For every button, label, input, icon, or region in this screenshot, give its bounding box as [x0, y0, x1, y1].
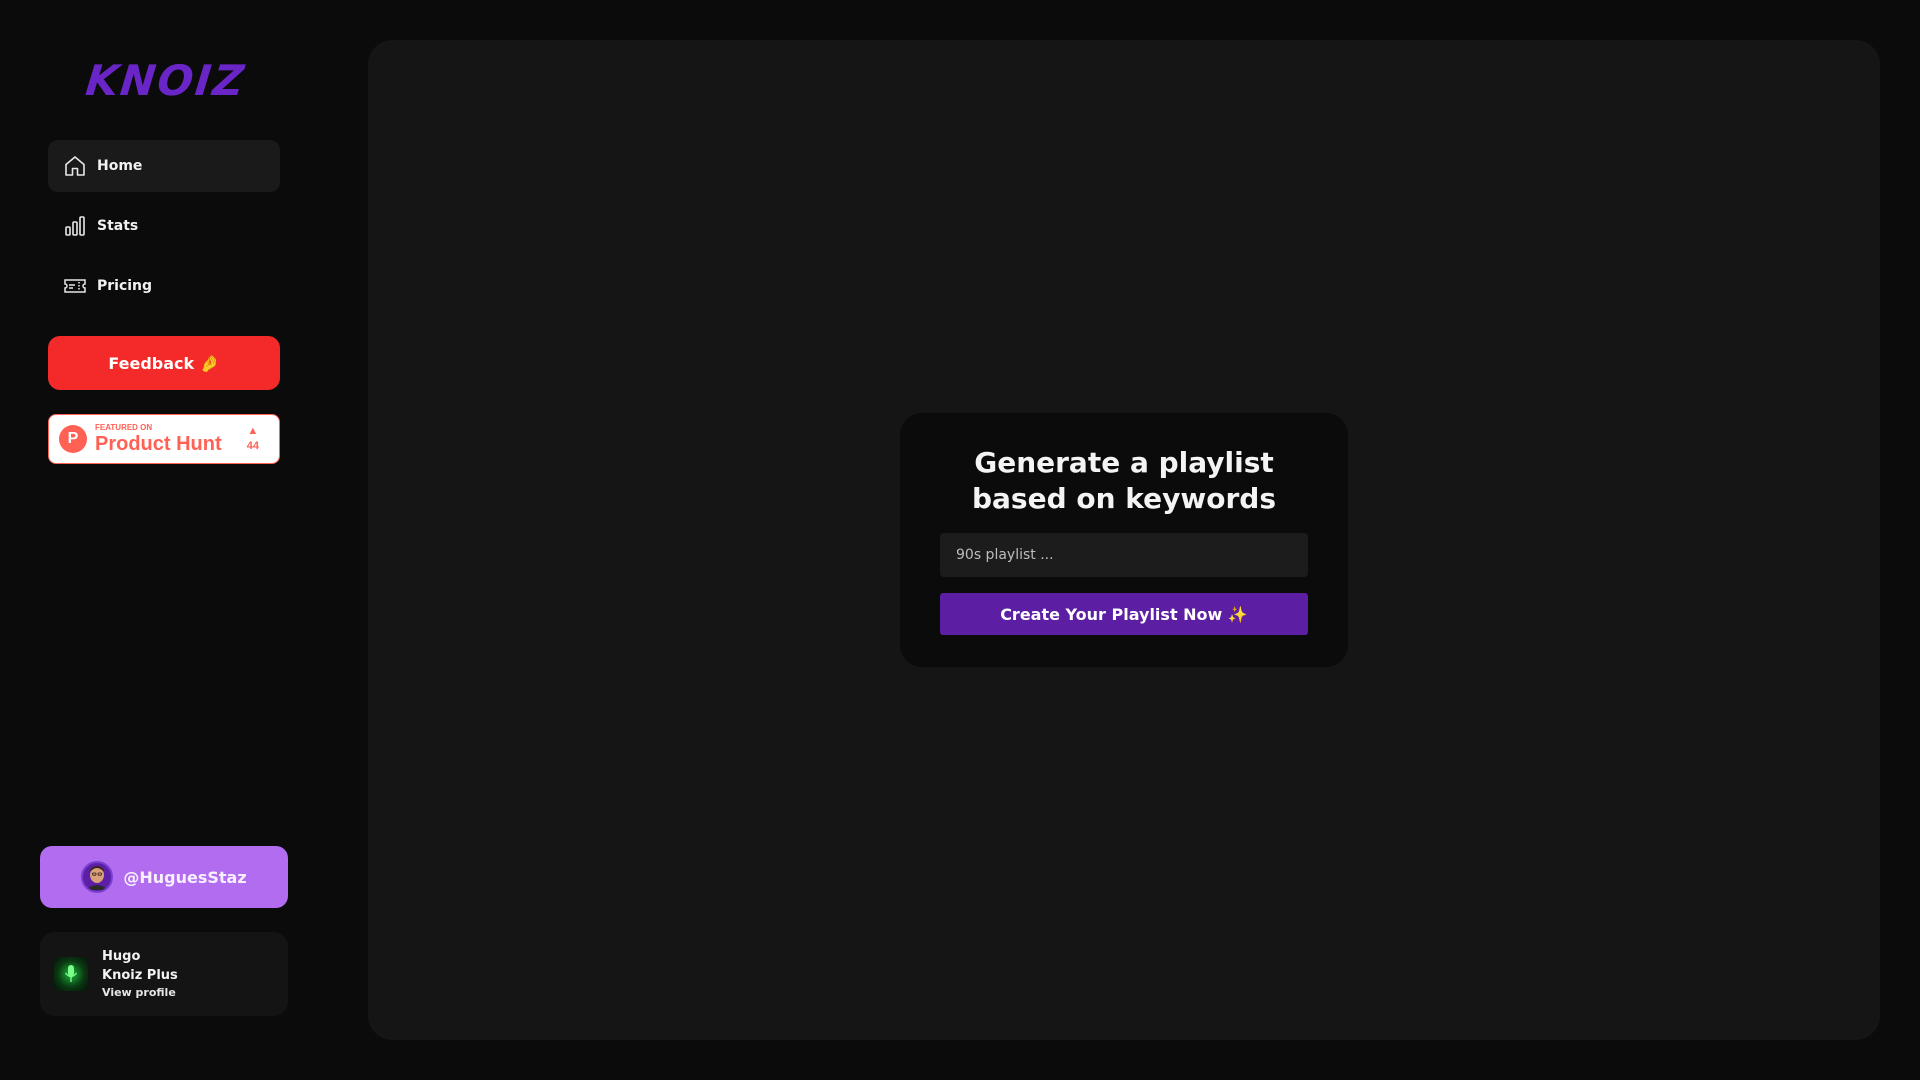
keywords-input[interactable]	[940, 533, 1308, 577]
product-hunt-text: FEATURED ON Product Hunt	[95, 423, 222, 455]
feedback-button[interactable]: Feedback 🤌	[48, 336, 280, 390]
product-hunt-votes: ▲ 44	[246, 425, 259, 453]
profile-avatar	[54, 957, 88, 991]
sidebar-item-label: Pricing	[97, 278, 153, 294]
sidebar-item-pricing[interactable]: Pricing	[48, 260, 280, 312]
main-panel: Generate a playlist based on keywords Cr…	[368, 40, 1880, 1040]
twitter-handle-button[interactable]: @HuguesStaz	[40, 846, 288, 908]
brand-logo[interactable]: KNOIZ	[83, 55, 249, 105]
home-icon	[65, 156, 85, 176]
profile-name: Hugo	[102, 949, 141, 964]
person-avatar-icon	[86, 866, 109, 890]
sidebar-item-label: Home	[97, 158, 143, 174]
profile-info: Hugo Knoiz Plus View profile	[102, 947, 178, 1001]
product-hunt-badge[interactable]: P FEATURED ON Product Hunt ▲ 44	[48, 414, 280, 464]
avatar	[81, 861, 114, 893]
product-hunt-featured-label: FEATURED ON	[95, 423, 153, 432]
microphone-icon	[64, 965, 78, 982]
sidebar: KNOIZ Home Stats Pricing Feedback 🤌 P FE…	[0, 0, 368, 1080]
product-hunt-icon: P	[59, 425, 87, 453]
generator-title: Generate a playlist based on keywords	[971, 446, 1277, 515]
playlist-generator-card: Generate a playlist based on keywords Cr…	[900, 413, 1348, 667]
sidebar-item-home[interactable]: Home	[48, 140, 280, 192]
sidebar-item-label: Stats	[97, 218, 139, 234]
view-profile-link[interactable]: View profile	[102, 985, 178, 1001]
product-hunt-name: Product Hunt	[95, 433, 222, 455]
twitter-handle: @HuguesStaz	[123, 867, 247, 887]
vote-count: 44	[246, 440, 259, 452]
create-playlist-button[interactable]: Create Your Playlist Now ✨	[940, 593, 1308, 635]
ticket-icon	[64, 279, 86, 293]
sidebar-nav: Home Stats Pricing	[48, 140, 280, 320]
sidebar-item-stats[interactable]: Stats	[48, 200, 280, 252]
upvote-arrow-icon: ▲	[247, 425, 259, 437]
profile-plan: Knoiz Plus	[102, 968, 178, 983]
brand-logo-text: KNOIZ	[83, 55, 249, 105]
bar-chart-icon	[65, 216, 85, 236]
profile-card[interactable]: Hugo Knoiz Plus View profile	[40, 932, 288, 1016]
